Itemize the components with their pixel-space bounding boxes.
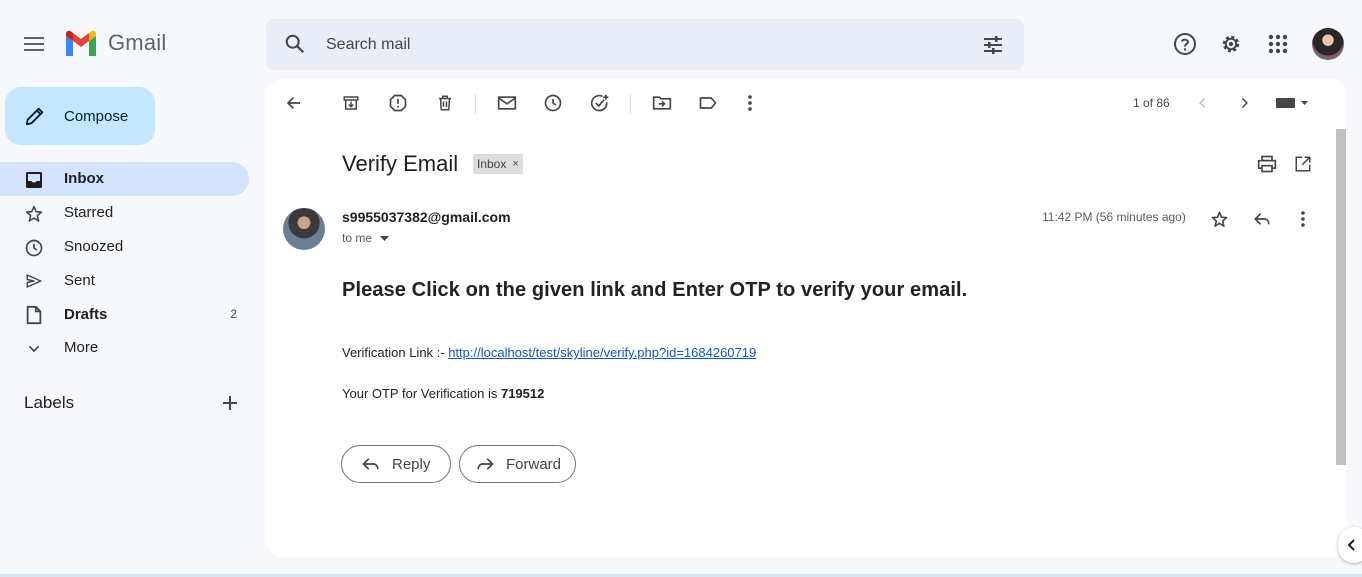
main-menu-button[interactable] <box>18 28 50 60</box>
inbox-label-chip[interactable]: Inbox × <box>473 154 523 174</box>
chip-label: Inbox <box>477 157 507 171</box>
sidebar-nav: Inbox Starred Snoozed Sent Drafts 2 More <box>0 162 249 365</box>
back-arrow-icon[interactable] <box>282 91 306 115</box>
search-bar[interactable] <box>266 19 1024 70</box>
search-icon[interactable] <box>284 33 306 60</box>
delete-trash-icon[interactable] <box>433 91 457 115</box>
scrollbar-thumb[interactable] <box>1336 129 1346 465</box>
archive-icon[interactable] <box>339 91 363 115</box>
recipient-text: to me <box>342 231 373 245</box>
labels-heading: Labels <box>24 393 75 412</box>
side-panel-toggle[interactable] <box>1338 527 1362 563</box>
add-to-tasks-icon[interactable] <box>588 91 612 115</box>
move-to-folder-icon[interactable] <box>650 91 674 115</box>
sidebar-item-starred[interactable]: Starred <box>0 196 249 230</box>
input-tools-keyboard-icon[interactable] <box>1272 91 1312 115</box>
reply-button[interactable]: Reply <box>341 445 451 483</box>
sidebar-item-drafts[interactable]: Drafts 2 <box>0 297 249 331</box>
hamburger-icon <box>24 37 44 51</box>
sidebar-item-inbox[interactable]: Inbox <box>0 162 249 196</box>
email-timestamp: 11:42 PM (56 minutes ago) <box>1042 210 1186 224</box>
sender-email[interactable]: s9955037382@gmail.com <box>342 209 511 225</box>
sidebar-item-label: Inbox <box>64 170 104 188</box>
otp-code: 719512 <box>500 386 545 401</box>
print-icon[interactable] <box>1255 152 1279 176</box>
compose-label: Compose <box>64 107 129 125</box>
otp-prefix: Your OTP for Verification is <box>342 386 501 401</box>
sidebar-item-label: Starred <box>64 204 114 222</box>
reply-arrow-icon[interactable] <box>1250 207 1274 231</box>
account-avatar[interactable] <box>1312 28 1344 60</box>
sidebar-item-label: Snoozed <box>64 237 124 255</box>
reply-label: Reply <box>392 455 431 473</box>
sender-avatar[interactable] <box>283 208 325 250</box>
compose-button[interactable]: Compose <box>5 87 155 145</box>
forward-button[interactable]: Forward <box>459 445 576 483</box>
forward-label: Forward <box>506 455 562 473</box>
gmail-logo[interactable]: Gmail <box>64 30 166 56</box>
caret-down-icon[interactable] <box>380 231 390 245</box>
label-tag-icon[interactable] <box>696 91 720 115</box>
apps-grid-icon[interactable] <box>1265 31 1291 57</box>
toolbar-divider <box>630 94 631 114</box>
star-icon[interactable] <box>1207 207 1231 231</box>
forward-arrow-icon <box>476 456 494 472</box>
sidebar-item-sent[interactable]: Sent <box>0 263 249 297</box>
search-options-icon[interactable] <box>981 33 1005 62</box>
clock-icon <box>24 238 44 258</box>
star-icon <box>24 204 44 224</box>
pager-count: 1 of 86 <box>1133 96 1170 110</box>
draft-icon <box>24 305 44 325</box>
open-in-new-window-icon[interactable] <box>1291 152 1315 176</box>
sidebar-item-label: Sent <box>64 271 95 289</box>
gmail-m-icon <box>66 30 96 56</box>
sidebar-item-count: 2 <box>230 307 237 322</box>
settings-gear-icon[interactable] <box>1218 31 1244 57</box>
top-strip <box>0 0 1362 10</box>
verification-prefix: Verification Link :- <box>342 345 449 360</box>
verification-line: Verification Link :- http://localhost/te… <box>342 345 756 360</box>
app-name: Gmail <box>108 30 167 55</box>
sidebar-item-more[interactable]: More <box>0 331 249 365</box>
report-spam-icon[interactable] <box>386 91 410 115</box>
remove-label-icon[interactable]: × <box>512 158 518 170</box>
send-icon <box>24 271 44 291</box>
email-view: 1 of 86 Verify Email Inbox × s9955037382… <box>266 79 1347 557</box>
sidebar-item-label: Drafts <box>64 305 108 323</box>
add-label-icon[interactable] <box>220 393 240 413</box>
newer-chevron-left-icon[interactable] <box>1191 91 1215 115</box>
toolbar-divider <box>475 94 476 114</box>
otp-line: Your OTP for Verification is 719512 <box>342 386 544 401</box>
sidebar-item-label: More <box>64 339 99 357</box>
reply-arrow-icon <box>362 456 380 472</box>
pencil-icon <box>24 105 46 127</box>
more-vertical-icon[interactable] <box>738 91 762 115</box>
email-subject: Verify Email <box>342 151 459 176</box>
verification-link[interactable]: http://localhost/test/skyline/verify.php… <box>448 345 756 360</box>
more-vertical-icon[interactable] <box>1291 207 1315 231</box>
inbox-icon <box>24 170 44 190</box>
snooze-clock-icon[interactable] <box>541 91 565 115</box>
help-icon[interactable] <box>1172 31 1198 57</box>
recipient-details[interactable]: to me <box>342 231 390 245</box>
sidebar-item-snoozed[interactable]: Snoozed <box>0 230 249 264</box>
email-headline: Please Click on the given link and Enter… <box>342 279 968 301</box>
chevron-left-icon <box>1347 539 1355 551</box>
chevron-down-icon <box>24 339 44 359</box>
older-chevron-right-icon[interactable] <box>1232 91 1256 115</box>
mark-unread-icon[interactable] <box>495 91 519 115</box>
search-input[interactable] <box>326 31 966 59</box>
